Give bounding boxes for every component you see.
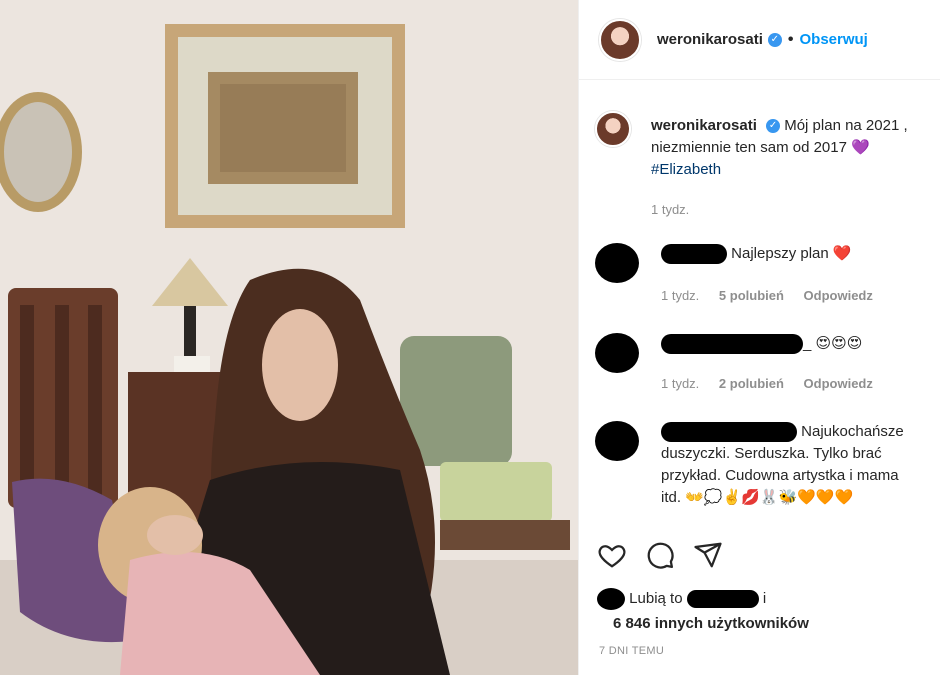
commenter-avatar-redacted[interactable] — [595, 333, 639, 373]
commenter-username-redacted[interactable] — [661, 244, 727, 265]
commenter-avatar-redacted[interactable] — [595, 243, 639, 283]
commenter-username-redacted[interactable] — [661, 334, 803, 355]
comment-time[interactable]: 1 tydz. — [661, 376, 699, 391]
comment-likes[interactable]: 5 polubień — [719, 288, 784, 303]
red-heart-icon: ❤️ — [832, 245, 852, 262]
caption-time[interactable]: 1 tydz. — [651, 202, 689, 217]
comment-text: Najlepszy plan — [731, 245, 829, 262]
comment-item: _ 😍😍😍 1 tydz. 2 polubień Odpowiedz — [595, 333, 924, 395]
likes-count[interactable]: 6 846 innych użytkowników — [613, 615, 809, 632]
liker-username-redacted[interactable] — [686, 590, 759, 608]
heart-outline-icon[interactable] — [597, 540, 627, 570]
emoji-sequence-icon: 👐💭✌️💋🐰🐝🧡🧡🧡 — [685, 489, 854, 506]
reply-button[interactable]: Odpowiedz — [804, 288, 873, 303]
caption-author-username[interactable]: weronikarosati — [651, 117, 757, 134]
photo-illustration — [0, 0, 578, 675]
purple-heart-icon: 💜 — [851, 139, 870, 156]
comment-text: _ — [803, 335, 812, 352]
commenter-username-redacted[interactable] — [661, 422, 797, 443]
share-icon[interactable] — [693, 540, 723, 570]
comment-likes[interactable]: 2 polubień — [719, 376, 784, 391]
comment-icon[interactable] — [645, 540, 675, 570]
comments-list[interactable]: weronikarosati ✓ Mój plan na 2021 , niez… — [579, 81, 940, 533]
action-bar — [597, 540, 723, 570]
post-caption: weronikarosati ✓ Mój plan na 2021 , niez… — [595, 81, 924, 221]
author-avatar[interactable] — [599, 18, 641, 61]
caption-hashtag[interactable]: #Elizabeth — [651, 161, 721, 178]
comment-time[interactable]: 1 tydz. — [661, 288, 699, 303]
comment-item: Najukochańsze duszyczki. Serduszka. Tylk… — [595, 421, 924, 509]
likes-prefix: Lubią to — [629, 589, 683, 607]
separator-dot: • — [787, 30, 794, 48]
caption-author-avatar[interactable] — [595, 111, 631, 147]
reply-button[interactable]: Odpowiedz — [804, 376, 873, 391]
follow-button[interactable]: Obserwuj — [799, 31, 867, 48]
heart-eyes-emoji-icon: 😍😍😍 — [815, 335, 863, 352]
post-date[interactable]: 7 DNI TEMU — [599, 645, 664, 657]
post-header: weronikarosati ✓ • Obserwuj — [579, 0, 940, 80]
liker-avatar-redacted[interactable] — [597, 588, 625, 610]
commenter-avatar-redacted[interactable] — [595, 421, 639, 461]
verified-badge-icon: ✓ — [767, 32, 782, 47]
post-photo[interactable] — [0, 0, 578, 675]
comment-item: Najlepszy plan ❤️ 1 tydz. 5 polubień Odp… — [595, 243, 924, 307]
likes-suffix: i — [762, 589, 767, 607]
likes-summary: Lubią to i 6 846 innych użytkowników — [597, 588, 809, 632]
verified-badge-icon: ✓ — [766, 119, 781, 134]
post-side-panel: weronikarosati ✓ • Obserwuj weronikarosa… — [578, 0, 940, 675]
author-username[interactable]: weronikarosati — [657, 31, 763, 48]
